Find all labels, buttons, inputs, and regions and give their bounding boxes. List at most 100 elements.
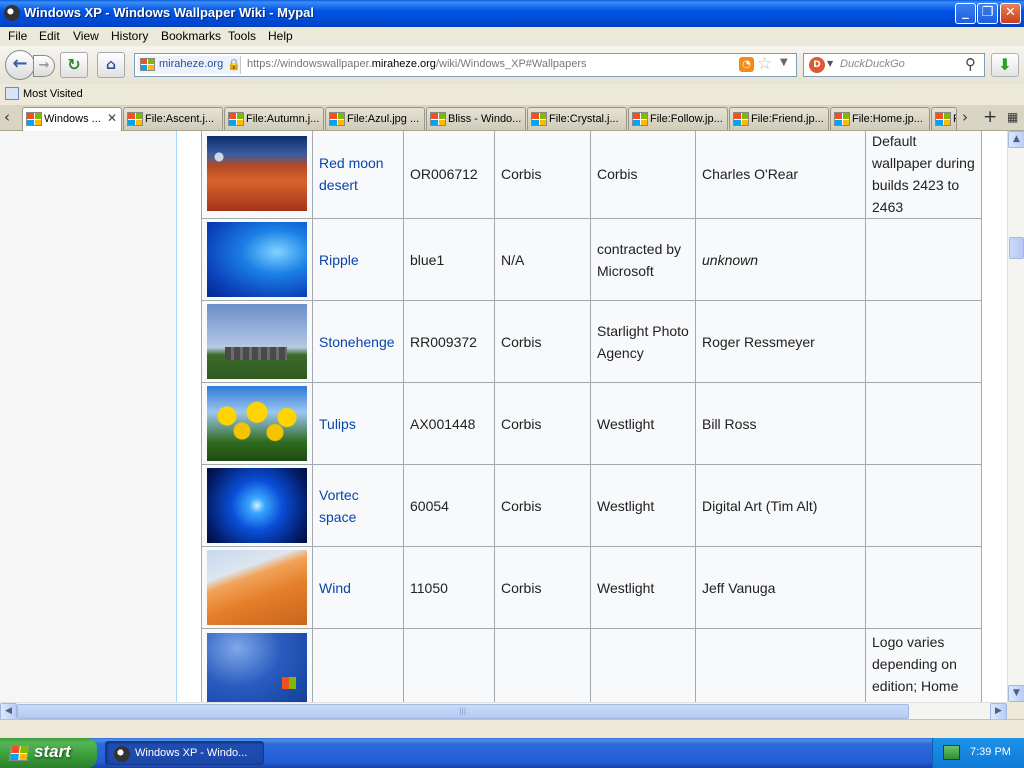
tab-label: File:Autumn.j... <box>246 113 320 125</box>
tab-windows-xp[interactable]: Windows ... ✕ <box>22 107 122 131</box>
tab-close-icon[interactable]: ✕ <box>107 111 117 125</box>
vertical-scrollbar[interactable]: ▲ ▼ <box>1007 131 1024 702</box>
tab-bliss[interactable]: Bliss - Windo... <box>426 107 526 130</box>
clock[interactable]: 7:39 PM <box>970 746 1011 758</box>
tab-file-crystal[interactable]: File:Crystal.j... <box>527 107 627 130</box>
tab-favicon-icon <box>632 112 648 126</box>
url-text[interactable]: https://windowswallpaper.miraheze.org/wi… <box>247 58 587 70</box>
home-icon: ⌂ <box>105 57 117 73</box>
menu-file[interactable]: File <box>8 29 27 43</box>
search-engine-dropdown-icon[interactable]: ▼ <box>827 59 833 68</box>
forward-button[interactable]: → <box>33 55 55 77</box>
tab-file-friend[interactable]: File:Friend.jp... <box>729 107 829 130</box>
new-tab-plus-icon[interactable]: + <box>983 107 997 127</box>
reload-button[interactable]: ↻ <box>60 52 88 78</box>
tab-file-azul[interactable]: File:Azul.jpg ... <box>325 107 425 130</box>
duckduckgo-icon[interactable]: D <box>809 57 825 73</box>
magnifier-icon[interactable]: ⚲ <box>965 55 976 73</box>
title-bar[interactable]: Windows XP - Windows Wallpaper Wiki - My… <box>0 0 1024 27</box>
notes-cell <box>865 300 982 383</box>
wind-thumbnail[interactable] <box>207 550 307 625</box>
table-row: Red moon desert OR006712 Corbis Corbis C… <box>201 131 982 219</box>
wallpaper-link[interactable]: Ripple <box>319 252 359 268</box>
tab-partial[interactable]: F <box>931 107 957 130</box>
tab-list-grid-icon[interactable]: ▦ <box>1007 110 1018 124</box>
author-cell: Roger Ressmeyer <box>695 300 866 383</box>
home-button[interactable]: ⌂ <box>97 52 125 78</box>
scroll-down-arrow-icon[interactable]: ▼ <box>1008 685 1024 702</box>
menu-bar: File Edit View History Bookmarks Tools H… <box>0 27 1024 46</box>
menu-history[interactable]: History <box>111 29 148 43</box>
wallpaper-link[interactable]: Stonehenge <box>319 334 395 350</box>
wallpaper-link[interactable]: Red moon desert <box>319 155 384 193</box>
horizontal-scrollbar[interactable]: ◀ ||| ▶ <box>0 702 1007 720</box>
site-identity-name: miraheze.org <box>159 58 224 70</box>
most-visited-bookmark[interactable]: Most Visited <box>23 88 83 100</box>
wallpaper-link[interactable]: Wind <box>319 580 351 596</box>
source-cell: Corbis <box>494 464 591 547</box>
tab-file-ascent[interactable]: File:Ascent.j... <box>123 107 223 130</box>
wallpaper-link[interactable]: Vortec space <box>319 487 359 525</box>
bookmark-folder-icon <box>5 87 19 100</box>
status-bar <box>0 719 1024 738</box>
downloads-button[interactable]: ⬇ <box>991 53 1019 77</box>
notes-cell <box>865 382 982 465</box>
tabs-scroll-left-icon[interactable]: ‹ <box>4 108 10 126</box>
start-button[interactable]: start <box>0 738 97 768</box>
stonehenge-thumbnail[interactable] <box>207 304 307 379</box>
scroll-right-arrow-icon[interactable]: ▶ <box>990 703 1007 720</box>
vertical-scroll-thumb[interactable] <box>1009 237 1024 259</box>
menu-help[interactable]: Help <box>268 29 293 43</box>
page-content[interactable]: Red moon desert OR006712 Corbis Corbis C… <box>0 131 1007 702</box>
source-cell <box>494 628 591 702</box>
tab-label: File:Azul.jpg ... <box>347 113 420 125</box>
taskbar-window-button[interactable]: Windows XP - Windo... <box>105 741 264 765</box>
table-row: Wind 11050 Corbis Westlight Jeff Vanuga <box>201 546 982 629</box>
agency-cell: Westlight <box>590 546 696 629</box>
ripple-thumbnail[interactable] <box>207 222 307 297</box>
tab-favicon-icon <box>733 112 749 126</box>
vortec-space-thumbnail[interactable] <box>207 468 307 543</box>
search-input[interactable]: DuckDuckGo <box>840 58 905 70</box>
tab-favicon-icon <box>935 112 951 126</box>
tab-file-follow[interactable]: File:Follow.jp... <box>628 107 728 130</box>
tabs-scroll-right-icon[interactable]: › <box>962 108 968 126</box>
menu-view[interactable]: View <box>73 29 99 43</box>
source-cell: N/A <box>494 218 591 301</box>
back-button[interactable]: ← <box>5 50 35 80</box>
tab-strip: ‹ Windows ... ✕ File:Ascent.j... File:Au… <box>0 105 1024 131</box>
bookmark-star-icon[interactable]: ☆ <box>757 54 772 74</box>
thumbnail-cell <box>201 131 313 219</box>
mypal-app-icon[interactable] <box>4 5 20 21</box>
notes-cell <box>865 464 982 547</box>
url-bar[interactable]: miraheze.org 🔒 https://windowswallpaper.… <box>134 53 797 77</box>
close-button[interactable]: ✕ <box>1000 3 1021 24</box>
search-bar[interactable]: D ▼ DuckDuckGo ⚲ <box>803 53 985 77</box>
scroll-left-arrow-icon[interactable]: ◀ <box>0 703 17 720</box>
rss-feed-icon[interactable]: ◔ <box>739 57 754 72</box>
menu-bookmarks[interactable]: Bookmarks <box>161 29 221 43</box>
tab-label: File:Friend.jp... <box>751 113 824 125</box>
menu-tools[interactable]: Tools <box>228 29 256 43</box>
red-moon-desert-thumbnail[interactable] <box>207 136 307 211</box>
tab-label: F <box>953 113 956 125</box>
site-identity-button[interactable]: miraheze.org 🔒 <box>137 56 241 74</box>
minimize-button[interactable]: _ <box>955 3 976 24</box>
tulips-thumbnail[interactable] <box>207 386 307 461</box>
tab-file-autumn[interactable]: File:Autumn.j... <box>224 107 324 130</box>
maximize-button[interactable]: ❐ <box>977 3 998 24</box>
tab-favicon-icon <box>26 112 42 126</box>
tab-file-home[interactable]: File:Home.jp... <box>830 107 930 130</box>
windows-logo-thumbnail[interactable] <box>207 633 307 702</box>
url-domain: miraheze.org <box>371 58 436 70</box>
menu-edit[interactable]: Edit <box>39 29 60 43</box>
reload-icon: ↻ <box>67 55 81 74</box>
scroll-up-arrow-icon[interactable]: ▲ <box>1008 131 1024 148</box>
thumbnail-cell <box>201 464 313 547</box>
wallpaper-link[interactable]: Tulips <box>319 416 356 432</box>
network-icon[interactable] <box>943 745 960 760</box>
name-cell: Vortec space <box>312 464 404 547</box>
tab-label: File:Crystal.j... <box>549 113 619 125</box>
thumbnail-cell <box>201 218 313 301</box>
url-dropdown-icon[interactable]: ▼ <box>780 57 788 68</box>
